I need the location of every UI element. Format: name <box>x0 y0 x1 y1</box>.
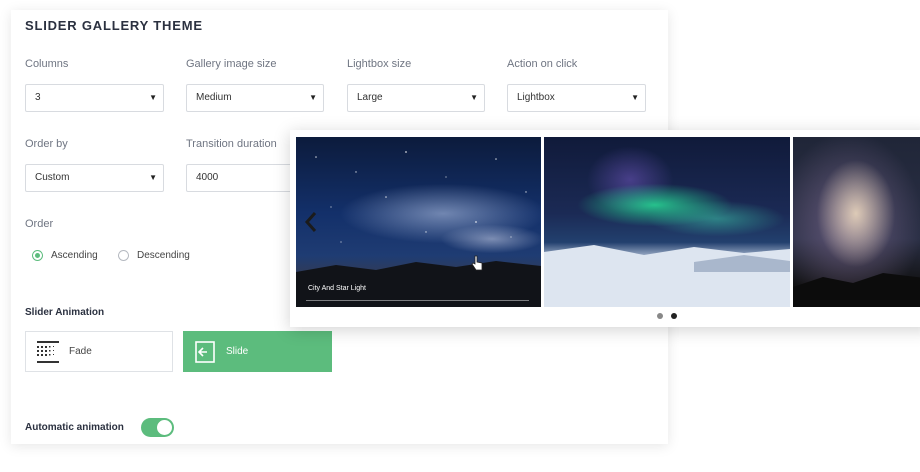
lightbox-size-label: Lightbox size <box>347 58 412 70</box>
slider-pagination <box>657 313 677 319</box>
caret-down-icon: ▼ <box>149 173 157 182</box>
action-on-click-select-value: Lightbox <box>517 92 555 103</box>
automatic-animation-toggle[interactable] <box>141 418 174 437</box>
slide-image-aurora[interactable] <box>544 137 790 307</box>
transition-duration-value: 4000 <box>196 172 219 183</box>
fade-animation-button[interactable]: Fade <box>25 331 173 372</box>
caret-down-icon: ▼ <box>470 93 478 102</box>
slider-animation-title: Slider Animation <box>25 307 105 318</box>
caret-down-icon: ▼ <box>309 93 317 102</box>
action-on-click-select[interactable]: Lightbox ▼ <box>507 84 646 112</box>
slide-image-galaxy[interactable] <box>793 137 920 307</box>
star-field <box>296 151 541 307</box>
order-ascending-radio[interactable]: Ascending <box>32 250 98 261</box>
lightbox-size-select-value: Large <box>357 92 383 103</box>
toggle-knob <box>157 420 172 435</box>
slide-progress-bar <box>306 300 529 301</box>
panel-title: SLIDER GALLERY THEME <box>25 18 203 33</box>
order-by-select[interactable]: Custom ▼ <box>25 164 164 192</box>
slide-label: Slide <box>226 346 249 357</box>
order-descending-label: Descending <box>137 250 190 261</box>
order-ascending-label: Ascending <box>51 250 98 261</box>
chevron-left-icon[interactable] <box>304 210 318 234</box>
order-descending-radio[interactable]: Descending <box>118 250 190 261</box>
hand-pointer-icon <box>471 255 483 271</box>
slide-caption: City And Star Light <box>308 285 366 292</box>
slider-preview: City And Star Light <box>290 130 920 327</box>
fade-icon <box>35 339 61 365</box>
columns-select[interactable]: 3 ▼ <box>25 84 164 112</box>
slide-animation-button[interactable]: Slide <box>183 331 332 372</box>
slide-image-city-star-light[interactable]: City And Star Light <box>296 137 541 307</box>
image-size-label: Gallery image size <box>186 58 277 70</box>
pagination-dot[interactable] <box>657 313 663 319</box>
radio-checked-icon <box>32 250 43 261</box>
stage: SLIDER GALLERY THEME Columns Gallery ima… <box>0 0 920 472</box>
transition-duration-label: Transition duration <box>186 138 277 150</box>
order-by-select-value: Custom <box>35 172 70 183</box>
galaxy-landscape <box>793 273 920 307</box>
order-by-label: Order by <box>25 138 68 150</box>
caret-down-icon: ▼ <box>631 93 639 102</box>
slide-icon <box>192 339 218 365</box>
automatic-animation-label: Automatic animation <box>25 422 124 433</box>
lightbox-size-select[interactable]: Large ▼ <box>347 84 485 112</box>
pagination-dot-active[interactable] <box>671 313 677 319</box>
image-size-select[interactable]: Medium ▼ <box>186 84 324 112</box>
columns-select-value: 3 <box>35 92 41 103</box>
fade-label: Fade <box>69 346 92 357</box>
image-size-select-value: Medium <box>196 92 232 103</box>
order-label: Order <box>25 218 54 230</box>
action-on-click-label: Action on click <box>507 58 578 70</box>
columns-label: Columns <box>25 58 69 70</box>
caret-down-icon: ▼ <box>149 93 157 102</box>
aurora-landscape <box>544 245 790 307</box>
radio-unchecked-icon <box>118 250 129 261</box>
